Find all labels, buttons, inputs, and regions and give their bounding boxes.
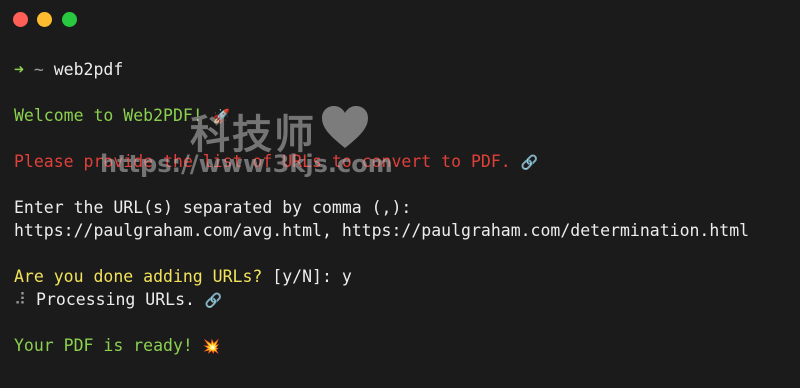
explosion-icon: 💥 [202,339,221,355]
please-provide-text: Please provide the list of URLs to conve… [14,152,521,171]
prompt-arrow-icon: ➜ [14,60,24,79]
ready-line: Your PDF is ready! 💥 [14,335,220,357]
urls-input[interactable]: https://paulgraham.com/avg.html, https:/… [14,220,749,242]
processing-text: Processing URLs. [26,290,205,309]
link-icon: 🔗 [204,293,223,309]
link-icon: 🔗 [520,155,539,171]
processing-line: ⠼ Processing URLs. 🔗 [14,289,222,311]
minimize-button[interactable] [37,12,52,27]
please-provide-line: Please provide the list of URLs to conve… [14,151,538,173]
spinner-icon: ⠼ [14,290,27,309]
ready-text: Your PDF is ready! [14,336,203,355]
done-answer-text[interactable]: [y/N]: y [272,267,351,286]
welcome-line: Welcome to Web2PDF! 🚀 [14,105,230,127]
title-bar [0,0,800,40]
enter-urls-prompt: Enter the URL(s) separated by comma (,): [14,198,412,217]
heart-icon [322,106,368,148]
terminal-window: ➜ ~ web2pdf Welcome to Web2PDF! 🚀 Please… [0,0,800,388]
close-button[interactable] [13,12,28,27]
maximize-button[interactable] [62,12,77,27]
welcome-text: Welcome to Web2PDF! [14,106,213,125]
prompt-line: ➜ ~ web2pdf [14,59,123,81]
command-text: web2pdf [53,60,124,79]
done-question-text: Are you done adding URLs? [14,267,273,286]
rocket-icon: 🚀 [212,109,231,125]
done-question-line: Are you done adding URLs? [y/N]: y [14,266,352,288]
prompt-dir: ~ [33,60,44,79]
